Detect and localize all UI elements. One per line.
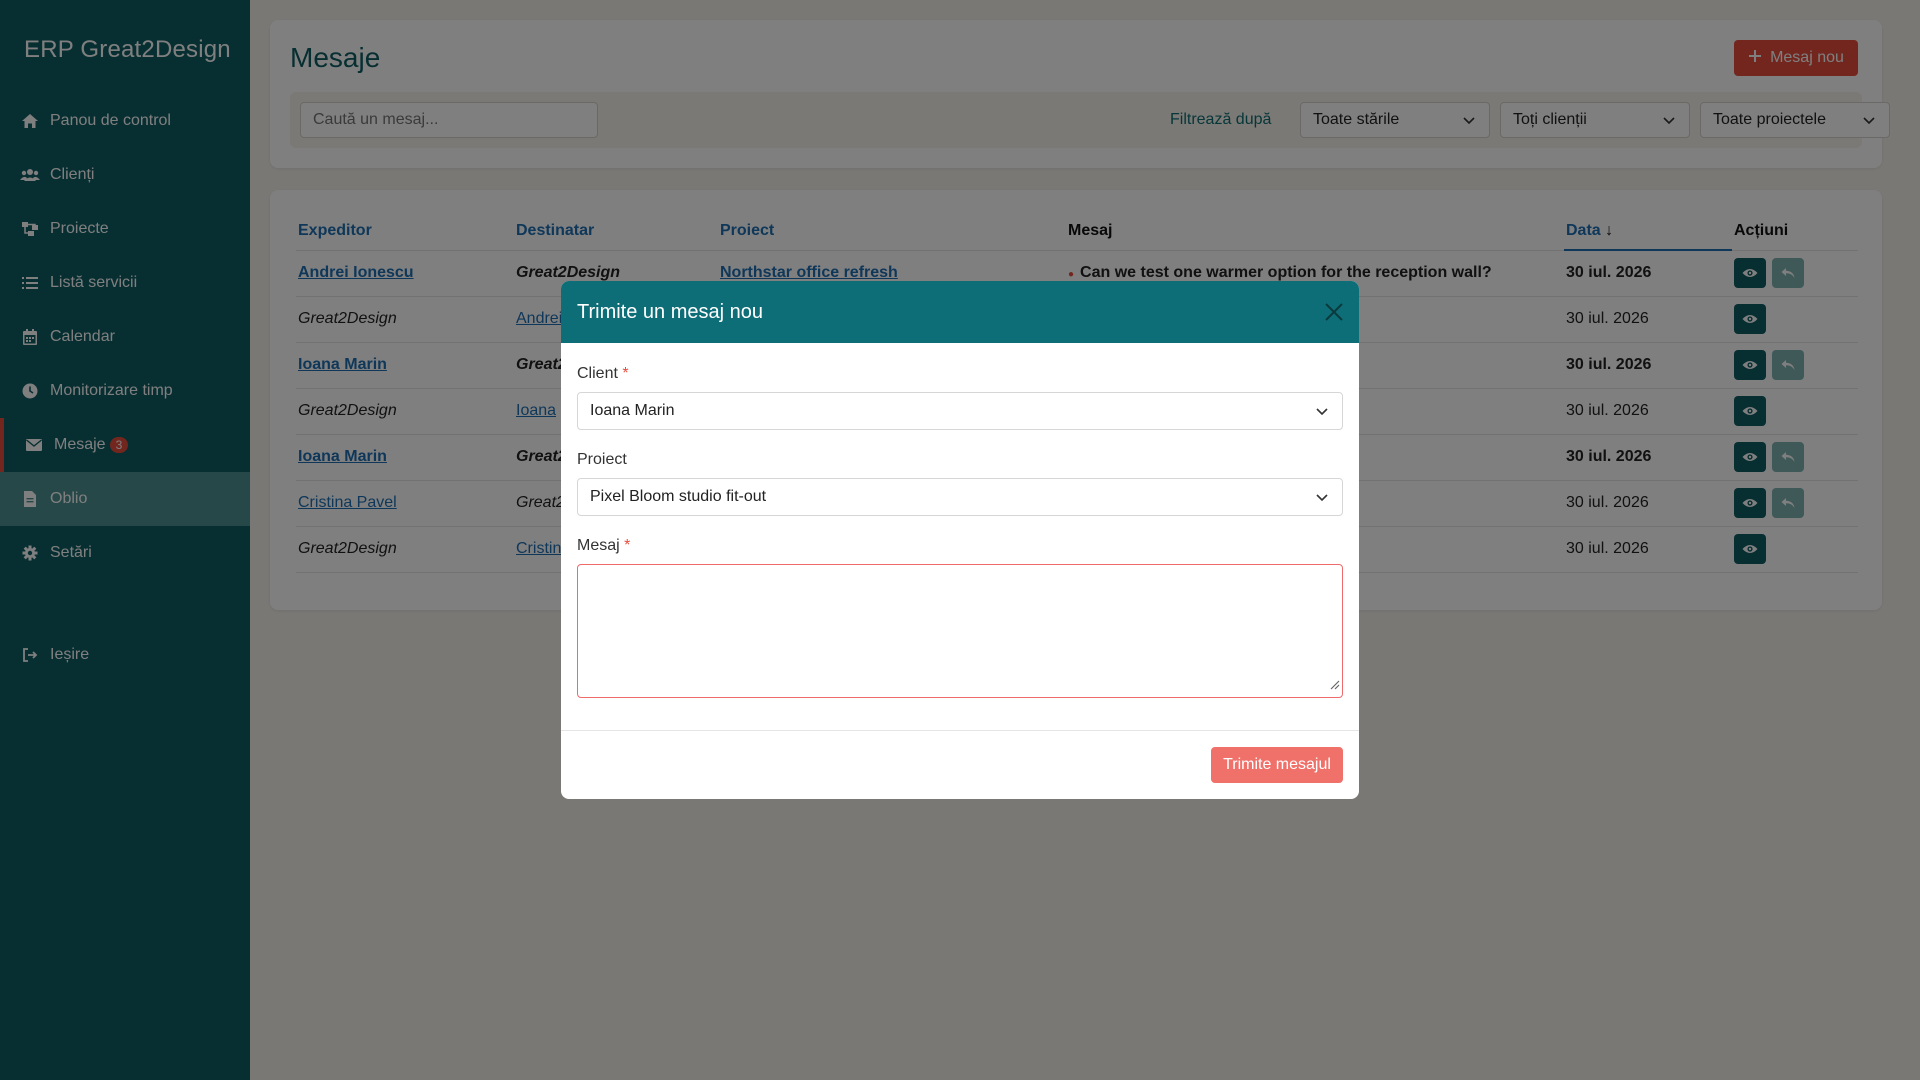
project-select[interactable]: Pixel Bloom studio fit-out (577, 478, 1343, 516)
client-field-label: Client * (577, 365, 629, 383)
send-message-button[interactable]: Trimite mesajul (1211, 747, 1343, 783)
chevron-down-icon (1316, 489, 1328, 510)
client-label-text: Client (577, 365, 618, 382)
message-label-text: Mesaj (577, 537, 620, 554)
resize-handle-icon[interactable] (1328, 677, 1340, 695)
modal-title: Trimite un mesaj nou (577, 300, 763, 323)
chevron-down-icon (1316, 403, 1328, 424)
modal-header: Trimite un mesaj nou (561, 281, 1359, 343)
close-icon[interactable] (1323, 301, 1345, 323)
project-field-label: Proiect (577, 451, 627, 468)
message-field-label: Mesaj * (577, 537, 630, 555)
client-select-value: Ioana Marin (590, 402, 675, 419)
modal-body: Client * Ioana Marin Proiect Pixel Bloom… (561, 343, 1359, 731)
client-select[interactable]: Ioana Marin (577, 392, 1343, 430)
required-mark: * (624, 537, 631, 554)
new-message-modal: Trimite un mesaj nou Client * Ioana Mari… (561, 281, 1359, 799)
project-select-value: Pixel Bloom studio fit-out (590, 488, 767, 505)
required-mark: * (622, 365, 629, 382)
message-textarea[interactable] (577, 564, 1343, 698)
